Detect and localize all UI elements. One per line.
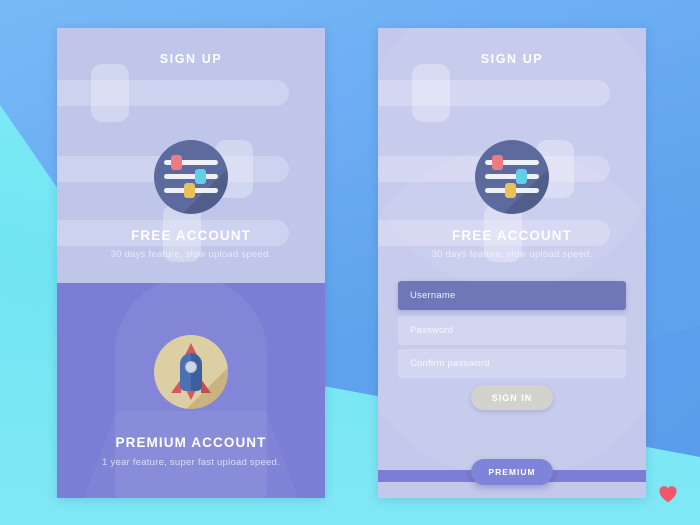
signin-button[interactable]: SIGN IN (471, 385, 553, 410)
free-account-subtitle: 30 days feature, slow upload speed. (431, 249, 593, 260)
signup-header: SIGN UP (159, 52, 223, 66)
heart-icon[interactable] (658, 485, 678, 503)
premium-account-subtitle: 1 year feature, super fast upload speed. (102, 457, 280, 468)
app-background: SIGN UP FREE ACCOUNT 30 days feature, sl… (0, 0, 700, 525)
free-account-title: FREE ACCOUNT (452, 228, 572, 243)
card-plans: SIGN UP FREE ACCOUNT 30 days feature, sl… (57, 28, 325, 498)
premium-account-title: PREMIUM ACCOUNT (115, 435, 267, 450)
free-account-panel[interactable]: SIGN UP FREE ACCOUNT 30 days feature, sl… (57, 28, 325, 283)
password-input[interactable]: Password (398, 316, 626, 345)
slider-track-2 (164, 174, 218, 179)
premium-account-panel[interactable]: PREMIUM ACCOUNT 1 year feature, super fa… (57, 283, 325, 498)
sliders-icon (475, 140, 549, 214)
rocket-flame (186, 390, 196, 400)
slider-knob-cyan (516, 169, 527, 184)
username-placeholder-text: Username (410, 290, 456, 301)
free-account-subtitle: 30 days feature, slow upload speed. (110, 249, 272, 260)
free-account-title: FREE ACCOUNT (131, 228, 251, 243)
card-signup-form: SIGN UP FREE ACCOUNT 30 days feature, sl… (378, 28, 646, 498)
confirm-password-placeholder-text: Confirm password (410, 358, 490, 369)
decorative-slider-knob (412, 64, 450, 122)
premium-button[interactable]: PREMIUM (471, 459, 553, 485)
sliders-icon (154, 140, 228, 214)
premium-button-label: PREMIUM (488, 467, 536, 477)
signup-header: SIGN UP (480, 52, 544, 66)
rocket-fin-right (201, 379, 211, 393)
confirm-password-input[interactable]: Confirm password (398, 349, 626, 378)
slider-knob-red (492, 155, 503, 170)
password-placeholder-text: Password (410, 325, 454, 336)
slider-track-2 (485, 174, 539, 179)
rocket-window (185, 361, 197, 373)
slider-knob-yellow (505, 183, 516, 198)
slider-knob-red (171, 155, 182, 170)
slider-knob-cyan (195, 169, 206, 184)
signup-panel: SIGN UP FREE ACCOUNT 30 days feature, sl… (378, 28, 646, 498)
signin-button-label: SIGN IN (491, 392, 533, 403)
decorative-slider-knob (91, 64, 129, 122)
rocket-icon (154, 335, 228, 409)
username-input[interactable]: Username (398, 281, 626, 310)
slider-knob-yellow (184, 183, 195, 198)
